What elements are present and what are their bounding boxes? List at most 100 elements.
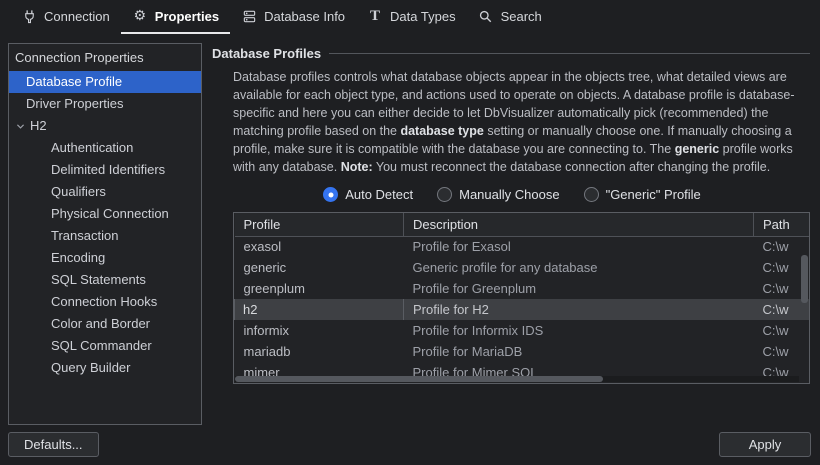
- top-tab-bar: Connection ⚙ Properties Database Info T …: [0, 0, 820, 34]
- sidebar-item-color-and-border[interactable]: Color and Border: [9, 313, 201, 335]
- tab-database-info-label: Database Info: [264, 8, 346, 24]
- sidebar-item-transaction[interactable]: Transaction: [9, 225, 201, 247]
- table-row-informix[interactable]: informix Profile for Informix IDS C:\w: [235, 320, 810, 341]
- table-row-h2-selected[interactable]: h2 Profile for H2 C:\w: [234, 299, 809, 320]
- sidebar-item-label: Delimited Identifiers: [51, 162, 166, 177]
- radio-unselected-icon: [437, 187, 453, 202]
- sidebar-item-h2[interactable]: H2: [9, 115, 201, 137]
- plug-icon: [21, 8, 37, 24]
- cell-description: Profile for H2: [403, 299, 754, 320]
- desc-bold-generic: generic: [674, 142, 720, 156]
- cell-profile: exasol: [243, 239, 282, 255]
- cell-description: Generic profile for any database: [412, 260, 598, 275]
- sidebar-item-physical-connection[interactable]: Physical Connection: [9, 203, 201, 225]
- radio-label: Manually Choose: [459, 187, 560, 202]
- radio-generic-profile[interactable]: "Generic" Profile: [583, 187, 701, 202]
- sidebar-item-label: Authentication: [51, 140, 134, 155]
- sidebar-item-database-profile[interactable]: Database Profile: [9, 71, 201, 93]
- desc-bold-database-type: database type: [400, 124, 484, 138]
- sidebar-item-qualifiers[interactable]: Qualifiers: [9, 181, 201, 203]
- profile-mode-radio-group: Auto Detect Manually Choose "Generic" Pr…: [212, 187, 812, 202]
- cell-path: C:\w: [762, 344, 789, 359]
- column-header-path[interactable]: Path: [753, 213, 809, 237]
- defaults-button[interactable]: Defaults...: [8, 432, 99, 457]
- radio-unselected-icon: [583, 187, 599, 202]
- page-title: Database Profiles: [212, 46, 322, 61]
- radio-label: Auto Detect: [345, 187, 414, 202]
- cell-description: Profile for Exasol: [412, 239, 511, 255]
- sidebar-item-label: H2: [30, 118, 47, 133]
- tab-properties-label: Properties: [154, 8, 220, 24]
- sidebar-item-connection-hooks[interactable]: Connection Hooks: [9, 291, 201, 313]
- type-icon: T: [370, 7, 381, 24]
- table-header-row: Profile Description Path: [234, 213, 809, 237]
- sidebar-item-encoding[interactable]: Encoding: [9, 247, 201, 269]
- cell-description: Profile for MariaDB: [412, 344, 523, 359]
- sidebar-item-label: SQL Statements: [51, 272, 146, 287]
- column-header-profile[interactable]: Profile: [234, 213, 404, 237]
- sidebar-item-label: Driver Properties: [26, 96, 124, 111]
- cell-path: C:\w: [753, 299, 809, 320]
- table-row-generic[interactable]: generic Generic profile for any database…: [235, 257, 810, 278]
- sidebar-item-sql-commander[interactable]: SQL Commander: [9, 335, 201, 357]
- sidebar-item-query-builder[interactable]: Query Builder: [9, 357, 201, 379]
- sidebar-item-sql-statements[interactable]: SQL Statements: [9, 269, 201, 291]
- search-icon: [478, 8, 494, 24]
- cell-profile: greenplum: [243, 281, 305, 296]
- horizontal-scrollbar[interactable]: [235, 376, 603, 382]
- table-row-exasol[interactable]: exasol Profile for Exasol C:\w: [235, 236, 810, 257]
- main-panel: Database Profiles Database profiles cont…: [212, 43, 812, 457]
- sidebar-item-label: Query Builder: [51, 360, 131, 375]
- server-icon: [241, 8, 257, 24]
- app-window: Connection ⚙ Properties Database Info T …: [0, 0, 820, 465]
- radio-auto-detect[interactable]: Auto Detect: [323, 187, 413, 202]
- sidebar-item-label: Color and Border: [51, 316, 150, 331]
- sidebar-header: Connection Properties: [15, 50, 144, 65]
- cell-description: Profile for Informix IDS: [412, 323, 544, 338]
- tab-properties[interactable]: ⚙ Properties: [120, 0, 231, 34]
- tab-data-types[interactable]: T Data Types: [356, 0, 467, 34]
- apply-button[interactable]: Apply: [719, 432, 811, 457]
- cell-description: Profile for Greenplum: [412, 281, 537, 296]
- sidebar-item-label: Database Profile: [26, 74, 123, 89]
- left-column: Connection Properties Database Profile D…: [8, 43, 202, 457]
- radio-selected-icon: [323, 187, 339, 202]
- tab-search[interactable]: Search: [467, 0, 553, 34]
- desc-bold-note: Note:: [340, 160, 373, 174]
- cell-profile: generic: [243, 260, 287, 275]
- content-area: Connection Properties Database Profile D…: [0, 34, 820, 465]
- sidebar-item-driver-properties[interactable]: Driver Properties: [9, 93, 201, 115]
- tab-search-label: Search: [500, 8, 542, 24]
- table-row-mariadb[interactable]: mariadb Profile for MariaDB C:\w: [235, 341, 810, 362]
- section-divider: [329, 53, 810, 54]
- section-header: Database Profiles: [212, 46, 812, 61]
- sidebar-item-label: Connection Hooks: [51, 294, 158, 309]
- vertical-scrollbar[interactable]: [801, 255, 808, 303]
- chevron-down-icon[interactable]: [13, 119, 27, 133]
- sidebar-item-authentication[interactable]: Authentication: [9, 137, 201, 159]
- cell-profile: mariadb: [243, 344, 291, 359]
- sidebar-item-delimited-identifiers[interactable]: Delimited Identifiers: [9, 159, 201, 181]
- sidebar-item-label: Qualifiers: [51, 184, 106, 199]
- cell-path: C:\w: [762, 323, 789, 338]
- tab-data-types-label: Data Types: [390, 8, 456, 24]
- tab-database-info[interactable]: Database Info: [230, 0, 356, 34]
- sidebar-item-label: SQL Commander: [51, 338, 152, 353]
- radio-manually-choose[interactable]: Manually Choose: [437, 187, 560, 202]
- sidebar-item-label: Transaction: [51, 228, 119, 243]
- cell-path: C:\w: [762, 239, 789, 255]
- column-header-description[interactable]: Description: [403, 213, 754, 237]
- desc-text: You must reconnect the database connecti…: [372, 160, 771, 174]
- sidebar-item-label: Encoding: [51, 250, 106, 265]
- cell-profile: h2: [234, 299, 404, 320]
- profiles-table: Profile Description Path exasol Profile …: [233, 212, 810, 384]
- tab-connection-label: Connection: [44, 8, 110, 24]
- tab-connection[interactable]: Connection: [10, 0, 121, 34]
- gear-icon: ⚙: [133, 8, 147, 24]
- cell-profile: informix: [243, 323, 290, 338]
- table-row-greenplum[interactable]: greenplum Profile for Greenplum C:\w: [235, 278, 810, 299]
- radio-label: "Generic" Profile: [605, 187, 701, 202]
- sidebar-item-label: Physical Connection: [51, 206, 169, 221]
- connection-properties-tree: Connection Properties Database Profile D…: [8, 43, 202, 425]
- profile-description: Database profiles controls what database…: [233, 68, 810, 176]
